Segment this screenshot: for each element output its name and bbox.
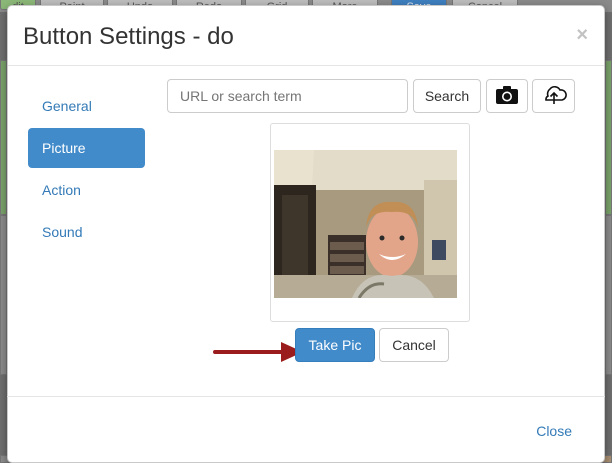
upload-button[interactable] (532, 79, 575, 113)
search-button[interactable]: Search (413, 79, 481, 113)
settings-nav: General Picture Action Sound (28, 86, 145, 254)
camera-icon (495, 85, 519, 108)
modal-header: Button Settings - do × (8, 6, 604, 66)
close-button[interactable]: Close (536, 423, 572, 439)
nav-item-action[interactable]: Action (28, 170, 145, 210)
webcam-photo (274, 150, 457, 298)
close-icon[interactable]: × (576, 24, 588, 47)
bg-cell (605, 60, 612, 215)
bg-cell (605, 215, 612, 375)
nav-item-general[interactable]: General (28, 86, 145, 126)
cancel-button[interactable]: Cancel (379, 328, 449, 362)
modal-footer: Close (7, 396, 605, 458)
modal-title: Button Settings - do (23, 23, 234, 50)
arrow-right-icon (213, 342, 303, 362)
bg-cell (0, 215, 7, 375)
image-preview-frame (270, 123, 470, 322)
bg-cell (0, 60, 7, 215)
nav-item-picture[interactable]: Picture (28, 128, 145, 168)
search-input[interactable] (167, 79, 408, 113)
upload-icon (541, 84, 567, 109)
nav-item-sound[interactable]: Sound (28, 212, 145, 252)
camera-button[interactable] (486, 79, 528, 113)
take-pic-button[interactable]: Take Pic (295, 328, 375, 362)
